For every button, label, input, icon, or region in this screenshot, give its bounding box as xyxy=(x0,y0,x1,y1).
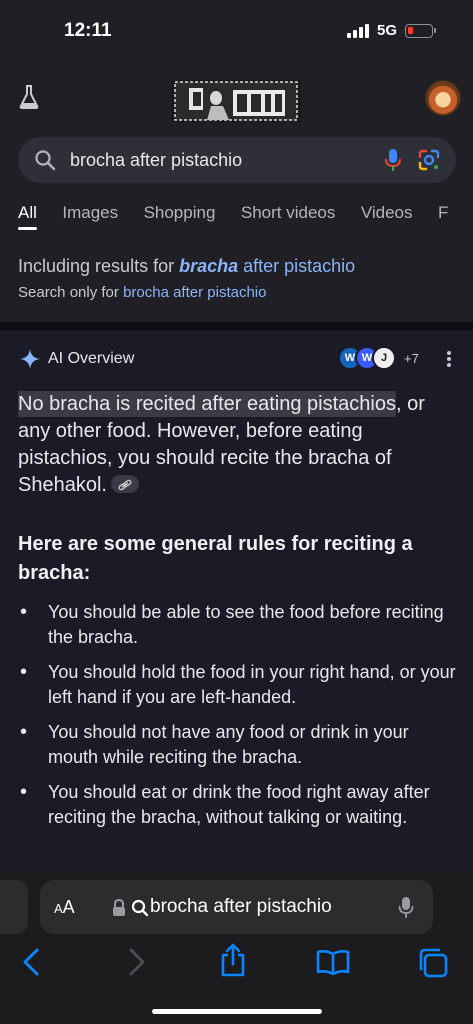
bookmarks-book-icon[interactable] xyxy=(316,949,350,975)
answer-highlight: No bracha is recited after eating pistac… xyxy=(18,391,396,417)
status-time: 12:11 xyxy=(64,20,112,41)
including-prefix: Including results for xyxy=(18,256,180,276)
list-item: You should not have any food or drink in… xyxy=(18,720,458,770)
dictation-mic-icon[interactable] xyxy=(398,896,414,920)
rules-list: You should be able to see the food befor… xyxy=(18,600,458,840)
lock-icon xyxy=(113,899,125,916)
status-indicators: 5G xyxy=(346,22,436,39)
list-item: You should eat or drink the food right a… xyxy=(18,780,458,830)
search-only-link[interactable]: brocha after pistachio xyxy=(123,284,266,301)
forward-arrow-icon[interactable] xyxy=(124,947,148,977)
voice-search-mic-icon[interactable] xyxy=(382,147,404,173)
aa-small: A xyxy=(54,901,63,916)
url-search-icon xyxy=(131,899,149,917)
ai-sources[interactable]: W W J +7 xyxy=(338,346,419,370)
search-only-notice: Search only for brocha after pistachio xyxy=(18,284,266,301)
google-lens-icon[interactable] xyxy=(417,148,441,172)
previous-tab-peek[interactable] xyxy=(0,880,28,934)
search-only-prefix: Search only for xyxy=(18,284,124,301)
more-options-icon[interactable] xyxy=(446,350,452,368)
network-label: 5G xyxy=(376,22,397,39)
more-sources-count[interactable]: +7 xyxy=(404,351,419,366)
including-results-notice[interactable]: Including results for bracha after pista… xyxy=(18,256,355,277)
ai-overview-title: AI Overview xyxy=(48,350,135,367)
corrected-term: bracha xyxy=(179,256,239,276)
corrected-rest: after pistachio xyxy=(238,256,356,276)
source-favicon[interactable]: J xyxy=(372,346,396,370)
share-icon[interactable] xyxy=(219,943,247,977)
tab-all[interactable]: All xyxy=(18,203,37,230)
tab-videos[interactable]: Videos xyxy=(361,203,413,223)
list-item: You should hold the food in your right h… xyxy=(18,660,458,710)
labs-flask-icon[interactable] xyxy=(18,84,40,110)
search-icon xyxy=(35,150,56,171)
ai-sparkle-icon xyxy=(20,349,40,369)
page-settings-button[interactable]: AA xyxy=(54,897,75,918)
address-bar-text[interactable]: brocha after pistachio xyxy=(150,896,332,918)
citation-link-chip[interactable] xyxy=(110,474,139,493)
tab-shopping[interactable]: Shopping xyxy=(144,203,216,223)
battery-icon xyxy=(405,23,436,38)
search-tabs: All Images Shopping Short videos Videos … xyxy=(18,203,473,233)
ai-overview-answer: No bracha is recited after eating pistac… xyxy=(18,391,458,499)
tab-more[interactable]: F xyxy=(438,203,448,223)
back-arrow-icon[interactable] xyxy=(20,947,44,977)
signal-icon xyxy=(346,23,369,38)
aa-large: A xyxy=(62,897,75,917)
tabs-overview-icon[interactable] xyxy=(417,947,449,979)
home-indicator[interactable] xyxy=(152,1009,322,1014)
account-avatar[interactable] xyxy=(425,80,461,116)
rules-heading: Here are some general rules for reciting… xyxy=(18,533,413,584)
ai-overview-header: AI Overview xyxy=(20,349,134,369)
section-divider xyxy=(0,322,473,330)
link-icon xyxy=(118,479,132,490)
search-box[interactable]: brocha after pistachio xyxy=(18,137,456,183)
search-query[interactable]: brocha after pistachio xyxy=(70,150,242,171)
tab-images[interactable]: Images xyxy=(62,203,118,223)
list-item: You should be able to see the food befor… xyxy=(18,600,458,650)
tab-short-videos[interactable]: Short videos xyxy=(241,203,336,223)
google-doodle-logo[interactable] xyxy=(171,76,301,126)
